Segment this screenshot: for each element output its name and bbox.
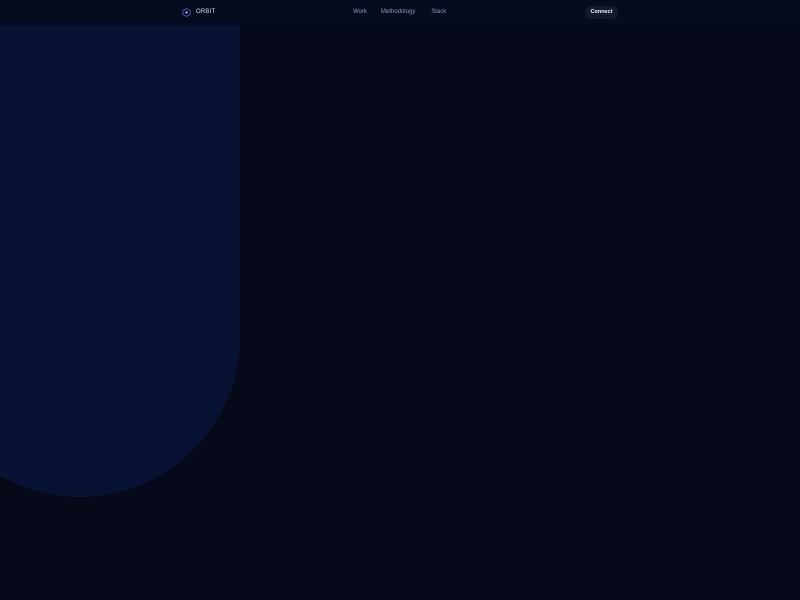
brand-name: ORBIT: [196, 9, 216, 15]
orbit-logo-icon: [182, 8, 191, 17]
main-navigation: Work Methodology Stack: [353, 7, 446, 18]
brand-logo-link[interactable]: ORBIT: [182, 7, 215, 18]
nav-link-methodology[interactable]: Methodology: [381, 7, 415, 18]
nav-link-stack[interactable]: Stack: [431, 7, 446, 18]
nav-link-work[interactable]: Work: [353, 7, 367, 18]
page: ORBIT Work Methodology Stack Connect: [0, 0, 800, 600]
hero-background-shape: [0, 0, 240, 497]
connect-button[interactable]: Connect: [585, 6, 618, 19]
